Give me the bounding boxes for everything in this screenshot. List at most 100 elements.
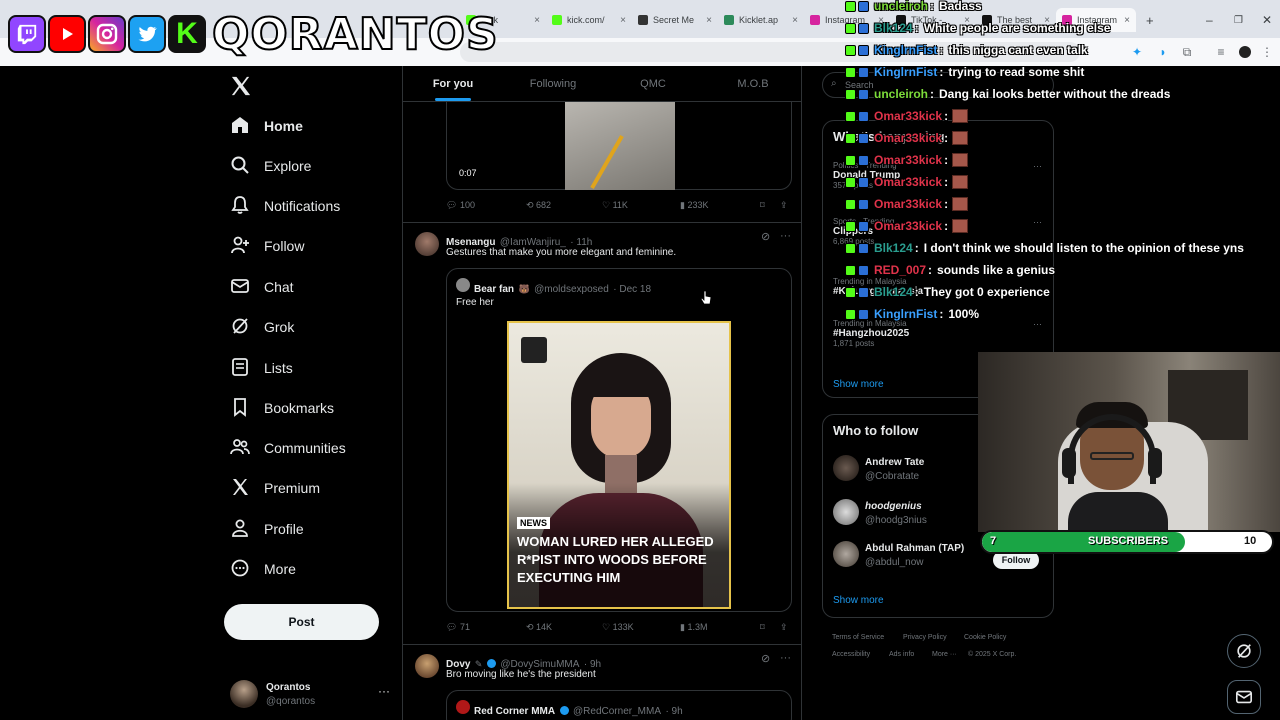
sidebar-item-premium[interactable]: Premium bbox=[230, 470, 320, 506]
sub-badge-icon bbox=[858, 242, 869, 254]
avatar[interactable] bbox=[415, 654, 439, 678]
repost-button[interactable]: ⟲ 14K bbox=[526, 622, 552, 633]
suggestion-name: Andrew Tate bbox=[865, 457, 925, 468]
minimize-icon[interactable]: – bbox=[1200, 8, 1220, 32]
sidebar-item-grok[interactable]: Grok bbox=[230, 309, 294, 345]
sidebar-item-follow[interactable]: Follow bbox=[230, 228, 304, 264]
quote-tweet[interactable]: Red Corner MMA @RedCorner_MMA · 9h bbox=[446, 690, 792, 720]
extension-icon[interactable]: ◗ bbox=[1154, 43, 1172, 61]
chat-username[interactable]: KinglrnFist bbox=[874, 65, 937, 79]
footer-link[interactable]: Cookie Policy bbox=[964, 634, 1006, 641]
sidebar-item-profile[interactable]: Profile bbox=[230, 511, 304, 547]
bookmark-icon[interactable]: ⌑ bbox=[760, 200, 765, 211]
reply-button[interactable]: 💬︎ 71 bbox=[446, 622, 470, 633]
footer-link[interactable]: Privacy Policy bbox=[903, 634, 947, 641]
tab-qmc[interactable]: QMC bbox=[603, 66, 703, 101]
like-button[interactable]: ♡ 11K bbox=[602, 200, 628, 211]
browser-tab[interactable]: kick.com/× bbox=[546, 8, 632, 32]
menu-kebab-icon[interactable]: ⋮ bbox=[1258, 43, 1276, 61]
sidebar-item-explore[interactable]: Explore bbox=[230, 148, 311, 184]
tab-mob[interactable]: M.O.B bbox=[703, 66, 801, 101]
grok-icon[interactable]: ⊘ bbox=[761, 652, 770, 665]
sidebar-item-bookmarks[interactable]: Bookmarks bbox=[230, 390, 334, 426]
chat-username[interactable]: Blk124 bbox=[874, 21, 913, 35]
views-count[interactable]: ▮ 233K bbox=[680, 200, 708, 211]
sidebar-item-home[interactable]: Home bbox=[230, 108, 303, 144]
mouse-cursor-icon bbox=[700, 290, 712, 311]
chat-separator: : bbox=[944, 153, 949, 167]
chat-username[interactable]: Blk124 bbox=[874, 285, 913, 299]
puzzle-icon[interactable]: ⧉ bbox=[1178, 43, 1196, 61]
more-icon[interactable]: ··· bbox=[780, 230, 791, 242]
share-icon[interactable]: ⇪ bbox=[780, 622, 788, 633]
news-image[interactable]: NEWS WOMAN LURED HER ALLEGED R*PIST INTO… bbox=[507, 321, 731, 609]
bookmark-icon[interactable]: ⌑ bbox=[760, 622, 765, 633]
more-icon[interactable]: ··· bbox=[378, 684, 390, 698]
extension-icon[interactable]: ✦ bbox=[1128, 43, 1146, 61]
more-icon[interactable]: ··· bbox=[1033, 161, 1042, 171]
chat-username[interactable]: Omar33kick bbox=[874, 197, 942, 211]
new-tab-button[interactable]: + bbox=[1140, 8, 1158, 32]
chat-username[interactable]: Omar33kick bbox=[874, 109, 942, 123]
share-icon[interactable]: ⇪ bbox=[780, 200, 788, 211]
trend-posts: 1,871 posts bbox=[833, 339, 875, 348]
suggestion-item[interactable]: hoodgenius @hoodg3nius bbox=[833, 497, 973, 529]
chat-username[interactable]: Blk124 bbox=[874, 241, 913, 255]
like-button[interactable]: ♡ 133K bbox=[602, 622, 634, 633]
chat-username[interactable]: uncleiroh bbox=[874, 87, 928, 101]
close-icon[interactable]: × bbox=[620, 15, 626, 26]
grok-button[interactable] bbox=[1227, 634, 1261, 668]
chat-username[interactable]: Omar33kick bbox=[874, 153, 942, 167]
avatar[interactable] bbox=[415, 232, 439, 256]
show-more-link[interactable]: Show more bbox=[833, 379, 884, 390]
video-player[interactable]: 0:07 bbox=[446, 102, 792, 190]
views-count[interactable]: ▮ 1.3M bbox=[680, 622, 707, 633]
sidepanel-icon[interactable]: ≡ bbox=[1212, 43, 1230, 61]
restore-icon[interactable]: ❐ bbox=[1228, 8, 1248, 32]
footer-link[interactable]: Terms of Service bbox=[832, 634, 884, 641]
browser-tab[interactable]: Secret Me × bbox=[632, 8, 718, 32]
suggestion-handle: @abdul_now bbox=[865, 557, 924, 568]
twitter-icon bbox=[128, 15, 166, 53]
kick-icon: K bbox=[168, 15, 206, 53]
account-switcher[interactable]: Qorantos @qorantos ··· bbox=[230, 676, 400, 716]
grok-icon[interactable]: ⊘ bbox=[761, 230, 770, 243]
repost-button[interactable]: ⟲ 682 bbox=[526, 200, 551, 211]
chat-message: Blk124: I don't think we should listen to… bbox=[845, 238, 1244, 258]
more-icon[interactable]: ··· bbox=[1033, 217, 1042, 227]
suggestion-item[interactable]: Andrew Tate @Cobratate bbox=[833, 453, 973, 485]
close-icon[interactable]: × bbox=[534, 15, 540, 26]
window-close-icon[interactable]: ✕ bbox=[1256, 8, 1276, 32]
suggestion-item[interactable]: Abdul Rahman (TAP) @abdul_now bbox=[833, 539, 993, 571]
sidebar-item-notifications[interactable]: Notifications bbox=[230, 188, 340, 224]
chat-message: KinglrnFist:100% bbox=[845, 304, 979, 324]
chat-username[interactable]: Omar33kick bbox=[874, 131, 942, 145]
chat-username[interactable]: KinglrnFist bbox=[874, 307, 937, 321]
chat-username[interactable]: uncleiroh bbox=[874, 0, 928, 13]
show-more-link[interactable]: Show more bbox=[833, 595, 884, 606]
sidebar-item-chat[interactable]: Chat bbox=[230, 269, 294, 305]
footer-link[interactable]: Ads info bbox=[889, 651, 914, 658]
chat-username[interactable]: Omar33kick bbox=[874, 175, 942, 189]
sidebar-item-communities[interactable]: Communities bbox=[230, 430, 346, 466]
chat-username[interactable]: Omar33kick bbox=[874, 219, 942, 233]
profile-icon[interactable] bbox=[1236, 43, 1254, 61]
tab-for-you[interactable]: For you bbox=[403, 66, 503, 101]
sidebar-item-more[interactable]: More bbox=[230, 551, 296, 587]
reply-button[interactable]: 💬︎ 100 bbox=[446, 200, 475, 211]
close-icon[interactable]: × bbox=[706, 15, 712, 26]
tab-following[interactable]: Following bbox=[503, 66, 603, 101]
chat-username[interactable]: RED_007 bbox=[874, 263, 926, 277]
more-icon[interactable]: ··· bbox=[1033, 319, 1042, 329]
quote-tweet[interactable]: Bear fan 🐻 @moldsexposed · Dec 18 Free h… bbox=[446, 268, 792, 612]
sidebar-item-lists[interactable]: Lists bbox=[230, 350, 293, 386]
footer-link[interactable]: More ··· bbox=[932, 651, 957, 658]
more-icon[interactable]: ··· bbox=[780, 652, 791, 664]
messages-button[interactable] bbox=[1227, 680, 1261, 714]
chat-username[interactable]: KinglrnFist bbox=[874, 43, 937, 57]
browser-tab[interactable]: Kicklet.ap × bbox=[718, 8, 804, 32]
post-button[interactable]: Post bbox=[224, 604, 379, 640]
footer-link[interactable]: Accessibility bbox=[832, 651, 870, 658]
close-icon[interactable]: × bbox=[792, 15, 798, 26]
close-icon[interactable]: × bbox=[1124, 15, 1130, 26]
